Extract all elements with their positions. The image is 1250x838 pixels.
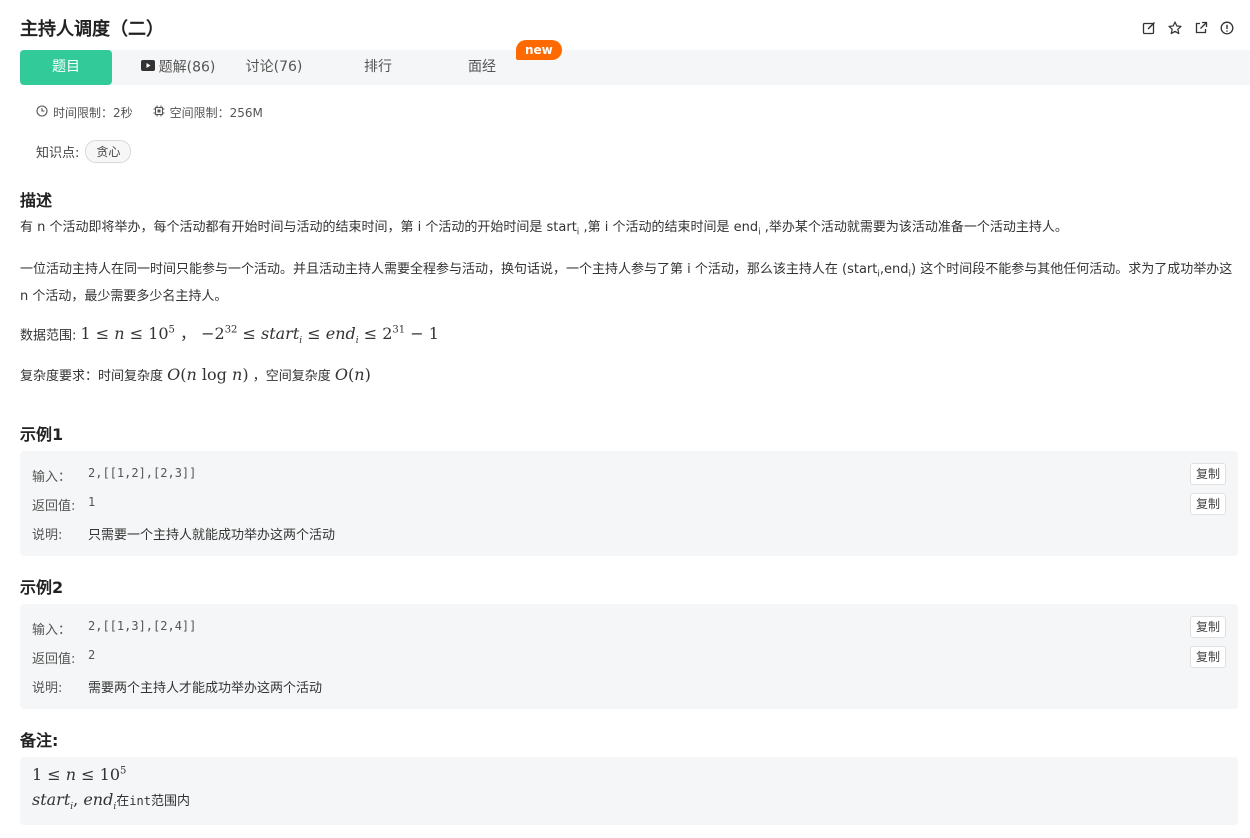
knowledge-label: 知识点: xyxy=(36,146,80,161)
notes-line1: 1 ≤ n ≤ 105 xyxy=(32,765,127,784)
description-heading: 描述 xyxy=(20,191,53,210)
p1-c: ,举办某个活动就需要为该活动准备一个活动主持人。 xyxy=(760,220,1068,235)
example1-output-row: 返回值: 1 xyxy=(32,495,95,514)
example2-output-row: 返回值: 2 xyxy=(32,648,95,667)
example1-box: 输入： 2,[[1,2],[2,3]] 复制 返回值: 1 复制 说明: 只需要… xyxy=(20,451,1238,556)
p1-a: 有 n 个活动即将举办，每个活动都有开始时间与活动的结束时间，第 i 个活动的开… xyxy=(20,220,577,235)
page-title: 主持人调度（二） xyxy=(20,19,164,40)
example2-input-row: 输入： 2,[[1,3],[2,4]] xyxy=(32,619,196,638)
example1-input: 2,[[1,2],[2,3]] xyxy=(88,466,197,480)
chip-icon xyxy=(153,105,165,120)
data-range: 数据范围: 1 ≤ n ≤ 105 ， −232 ≤ starti ≤ endi… xyxy=(20,320,1235,353)
tab-discussion[interactable]: 讨论(76) xyxy=(228,50,320,85)
tab-ranking[interactable]: 排行 xyxy=(332,50,424,85)
p2-b: ,end xyxy=(879,262,909,277)
tab-solutions-label: 题解(86) xyxy=(158,59,216,76)
complexity: 复杂度要求：时间复杂度 O(n log n) ，空间复杂度 O(n) xyxy=(20,365,371,384)
range-label: 数据范围: xyxy=(20,328,77,344)
example2-output: 2 xyxy=(88,648,96,662)
description-p1: 有 n 个活动即将举办，每个活动都有开始时间与活动的结束时间，第 i 个活动的开… xyxy=(20,217,1235,244)
copy-input-button[interactable]: 复制 xyxy=(1190,616,1226,638)
input-label: 输入： xyxy=(32,623,72,638)
knowledge-points: 知识点: 贪心 xyxy=(36,140,132,163)
tab-problem[interactable]: 题目 xyxy=(20,50,112,85)
example1-explain-row: 说明: 只需要一个主持人就能成功举办这两个活动 xyxy=(32,524,335,543)
example2-heading: 示例2 xyxy=(20,578,64,597)
p1-b: ,第 i 个活动的结束时间是 end xyxy=(579,220,759,235)
example2-explain: 需要两个主持人才能成功举办这两个活动 xyxy=(88,681,323,696)
output-label: 返回值: xyxy=(32,499,76,514)
notes-line2-b: 范围内 xyxy=(150,794,190,809)
example1-output: 1 xyxy=(88,495,96,509)
explain-label: 说明: xyxy=(32,528,63,543)
space-limit: 空间限制：256M xyxy=(153,104,263,121)
copy-input-button[interactable]: 复制 xyxy=(1190,463,1226,485)
info-icon[interactable] xyxy=(1220,20,1234,35)
example2-explain-row: 说明: 需要两个主持人才能成功举办这两个活动 xyxy=(32,677,322,696)
limits: 时间限制：2秒 空间限制：256M xyxy=(36,104,263,121)
output-label: 返回值: xyxy=(32,652,76,667)
video-icon xyxy=(140,50,155,85)
p2-a: 一位活动主持人在同一时间只能参与一个活动。并且活动主持人需要全程参与活动，换句话… xyxy=(20,262,878,277)
example2-box: 输入： 2,[[1,3],[2,4]] 复制 返回值: 2 复制 说明: 需要两… xyxy=(20,604,1238,709)
notes-line2: starti, endi在int范围内 xyxy=(32,790,190,813)
space-complexity: O xyxy=(334,365,348,384)
clock-icon xyxy=(36,105,48,120)
notes-line2-a: 在 xyxy=(116,794,130,809)
time-limit-text: 时间限制：2秒 xyxy=(53,106,133,120)
input-label: 输入： xyxy=(32,470,72,485)
notes-int-code: int xyxy=(129,794,151,808)
problem-tabs: 题目 题解(86) 讨论(76) 排行 面经 xyxy=(20,50,1250,85)
range-formula: 1 ≤ n ≤ 105 ， −232 ≤ starti ≤ endi ≤ 231… xyxy=(80,324,439,347)
tab-solutions[interactable]: 题解(86) xyxy=(132,50,224,85)
explain-label: 说明: xyxy=(32,681,63,696)
time-complexity: O xyxy=(167,365,181,384)
example1-explain: 只需要一个主持人就能成功举办这两个活动 xyxy=(88,528,336,543)
copy-output-button[interactable]: 复制 xyxy=(1190,493,1226,515)
tab-interview[interactable]: 面经 xyxy=(436,50,528,85)
space-limit-text: 空间限制：256M xyxy=(169,106,263,120)
edit-icon[interactable] xyxy=(1142,20,1156,35)
tag-greedy[interactable]: 贪心 xyxy=(85,140,132,163)
time-limit: 时间限制：2秒 xyxy=(36,104,133,121)
example2-input: 2,[[1,3],[2,4]] xyxy=(88,619,197,633)
star-icon[interactable] xyxy=(1168,20,1182,35)
notes-box: 1 ≤ n ≤ 105 starti, endi在int范围内 xyxy=(20,757,1238,825)
description-p2: 一位活动主持人在同一时间只能参与一个活动。并且活动主持人需要全程参与活动，换句话… xyxy=(20,259,1235,308)
header-actions xyxy=(1142,20,1234,35)
complexity-mid: ，空间复杂度 xyxy=(252,369,331,384)
copy-output-button[interactable]: 复制 xyxy=(1190,646,1226,668)
new-badge: new xyxy=(516,40,562,60)
notes-heading: 备注: xyxy=(20,731,59,750)
example1-heading: 示例1 xyxy=(20,425,64,444)
example1-input-row: 输入： 2,[[1,2],[2,3]] xyxy=(32,466,196,485)
external-link-icon[interactable] xyxy=(1194,20,1208,34)
complexity-label: 复杂度要求：时间复杂度 xyxy=(20,369,164,384)
